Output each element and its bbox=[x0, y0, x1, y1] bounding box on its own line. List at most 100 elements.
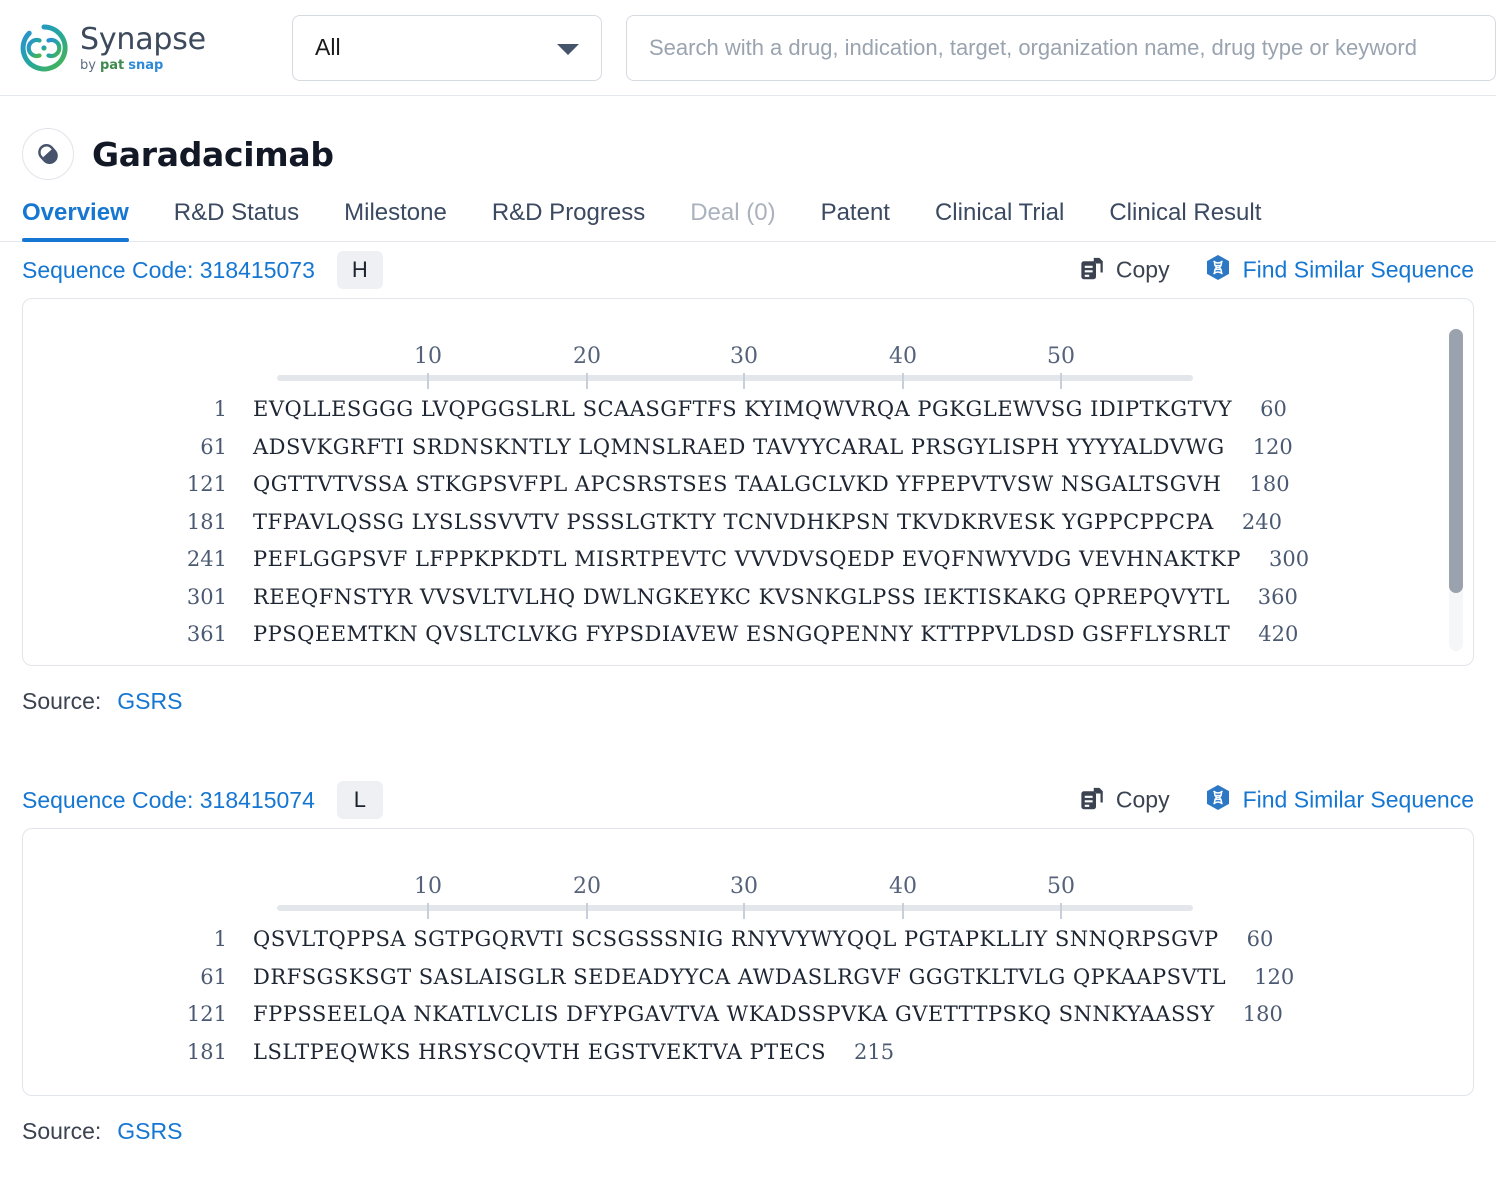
tab-overview[interactable]: Overview bbox=[22, 199, 152, 242]
ruler-label-50: 50 bbox=[1047, 874, 1075, 899]
ruler-label-20: 20 bbox=[573, 344, 601, 369]
find-similar-sequence-button[interactable]: Find Similar Sequence bbox=[1204, 254, 1474, 287]
row-start-index: 121 bbox=[186, 472, 227, 496]
row-end-index: 180 bbox=[1242, 1002, 1283, 1026]
row-end-index: 180 bbox=[1249, 472, 1290, 496]
sequence-row: 181 LSLTPEQWKS HRSYSCQVTH EGSTVEKTVA PTE… bbox=[23, 1040, 1473, 1078]
chain-badge: H bbox=[336, 251, 383, 289]
tab-clinical-trial[interactable]: Clinical Trial bbox=[935, 199, 1087, 241]
row-residues: ADSVKGRFTI SRDNSKNTLY LQMNSLRAED TAVYYCA… bbox=[253, 434, 1225, 459]
sequence-scrollbar-thumb[interactable] bbox=[1449, 329, 1463, 594]
ruler-tick-30 bbox=[743, 903, 745, 919]
copy-label: Copy bbox=[1115, 786, 1170, 813]
source-row-light: Source: GSRS bbox=[0, 1096, 1496, 1148]
brand-pat: pat bbox=[99, 58, 125, 73]
sequence-block-light: Sequence Code: 318415074 L Copy Find Sim… bbox=[0, 772, 1496, 1096]
ruler-label-50: 50 bbox=[1047, 344, 1075, 369]
row-residues: PEFLGGPSVF LFPPKPKDTL MISRTPEVTC VVVDVSQ… bbox=[253, 547, 1241, 571]
row-residues: FPPSSEELQA NKATLVCLIS DFYPGAVTVA WKADSSP… bbox=[253, 1002, 1215, 1026]
drug-header: Garadacimab bbox=[0, 96, 1496, 184]
copy-icon bbox=[1078, 784, 1105, 816]
tab-milestone[interactable]: Milestone bbox=[344, 199, 470, 241]
ruler-track: 10 20 30 40 50 bbox=[253, 871, 1193, 919]
dna-hexagon-icon bbox=[1204, 254, 1232, 287]
row-residues: TFPAVLQSSG LYSLSSVVTV PSSSLGTKTY TCNVDHK… bbox=[253, 509, 1214, 534]
top-bar: Synapse by pat snap All bbox=[0, 0, 1496, 96]
row-residues: QSVLTQPPSA SGTPGQRVTI SCSGSSSNIG RNYVYWY… bbox=[253, 927, 1219, 951]
ruler-tick-50 bbox=[1060, 373, 1062, 389]
brand-snap: snap bbox=[128, 58, 164, 73]
ruler-label-30: 30 bbox=[730, 874, 758, 899]
sequence-panel: 10 20 30 40 50 1 EVQLLESGGG LVQPGGSLRL S… bbox=[22, 298, 1474, 666]
ruler-label-40: 40 bbox=[889, 344, 917, 369]
ruler-label-40: 40 bbox=[889, 874, 917, 899]
tab-deal[interactable]: Deal (0) bbox=[690, 199, 798, 241]
tab-clinical-result[interactable]: Clinical Result bbox=[1109, 199, 1284, 241]
row-residues: DRFSGSKSGT SASLAISGLR SEDEADYYCA AWDASLR… bbox=[253, 964, 1227, 989]
row-residues: PPSQEEMTKN QVSLTCLVKG FYPSDIAVEW ESNGQPE… bbox=[253, 622, 1231, 646]
sequence-row: 181 TFPAVLQSSG LYSLSSVVTV PSSSLGTKTY TCN… bbox=[23, 510, 1473, 548]
sequence-header: Sequence Code: 318415073 H Copy Find Sim… bbox=[22, 242, 1474, 298]
ruler-bar bbox=[277, 905, 1193, 911]
source-link[interactable]: GSRS bbox=[117, 688, 182, 715]
source-label: Source: bbox=[22, 1117, 102, 1144]
ruler-tick-10 bbox=[427, 373, 429, 389]
sequence-row: 241 PEFLGGPSVF LFPPKPKDTL MISRTPEVTC VVV… bbox=[23, 547, 1473, 585]
copy-icon bbox=[1078, 254, 1105, 286]
sequence-scroll-area: 10 20 30 40 50 1 EVQLLESGGG LVQPGGSLRL S… bbox=[23, 299, 1473, 665]
source-row-heavy: Source: GSRS bbox=[0, 666, 1496, 718]
brand-name: Synapse bbox=[80, 22, 206, 57]
source-label: Source: bbox=[22, 687, 102, 714]
ruler-tick-20 bbox=[586, 903, 588, 919]
copy-button[interactable]: Copy bbox=[1078, 784, 1170, 816]
row-end-index: 360 bbox=[1257, 584, 1298, 609]
row-end-index: 60 bbox=[1246, 927, 1274, 951]
copy-label: Copy bbox=[1115, 256, 1170, 283]
ruler-tick-40 bbox=[902, 373, 904, 389]
row-residues: EVQLLESGGG LVQPGGSLRL SCAASGFTFS KYIMQWV… bbox=[253, 397, 1233, 421]
row-end-index: 215 bbox=[853, 1039, 895, 1064]
ruler-label-10: 10 bbox=[414, 344, 442, 369]
brand-by: by bbox=[80, 58, 96, 73]
find-similar-sequence-label: Find Similar Sequence bbox=[1242, 786, 1474, 813]
search-scope-select[interactable]: All bbox=[292, 14, 602, 81]
row-start-index: 1 bbox=[213, 397, 227, 421]
sequence-scrollbar[interactable] bbox=[1449, 329, 1463, 651]
tab-rd-status[interactable]: R&D Status bbox=[174, 199, 322, 241]
ruler-tick-50 bbox=[1060, 903, 1062, 919]
search-input[interactable] bbox=[647, 15, 1475, 80]
search-box[interactable] bbox=[626, 14, 1496, 81]
sequence-scroll-area: 10 20 30 40 50 1 QSVLTQPPSA SGTPGQRVTI S… bbox=[23, 829, 1473, 1095]
row-residues: REEQFNSTYR VVSVLTVLHQ DWLNGKEYKC KVSNKGL… bbox=[253, 584, 1230, 609]
sequence-code-link[interactable]: Sequence Code: 318415074 bbox=[22, 787, 315, 814]
sequence-actions: Copy Find Similar Sequence bbox=[1078, 254, 1474, 287]
sequence-rows: 1 QSVLTQPPSA SGTPGQRVTI SCSGSSSNIG RNYVY… bbox=[23, 919, 1473, 1077]
tab-patent[interactable]: Patent bbox=[821, 199, 913, 241]
ruler-label-10: 10 bbox=[414, 874, 442, 899]
capsule-icon bbox=[22, 128, 74, 180]
find-similar-sequence-label: Find Similar Sequence bbox=[1242, 256, 1474, 283]
sequence-row: 121 FPPSSEELQA NKATLVCLIS DFYPGAVTVA WKA… bbox=[23, 1002, 1473, 1040]
sequence-row: 61 DRFSGSKSGT SASLAISGLR SEDEADYYCA AWDA… bbox=[23, 965, 1473, 1003]
row-end-index: 120 bbox=[1252, 434, 1293, 459]
row-residues: LSLTPEQWKS HRSYSCQVTH EGSTVEKTVA PTECS bbox=[253, 1039, 826, 1064]
source-link[interactable]: GSRS bbox=[117, 1118, 182, 1145]
brand-logo-area[interactable]: Synapse by pat snap bbox=[18, 22, 286, 74]
find-similar-sequence-button[interactable]: Find Similar Sequence bbox=[1204, 784, 1474, 817]
search-scope-value: All bbox=[315, 34, 341, 60]
copy-button[interactable]: Copy bbox=[1078, 254, 1170, 286]
sequence-row: 1 QSVLTQPPSA SGTPGQRVTI SCSGSSSNIG RNYVY… bbox=[23, 927, 1473, 965]
row-start-index: 1 bbox=[213, 927, 227, 951]
sequence-panel: 10 20 30 40 50 1 QSVLTQPPSA SGTPGQRVTI S… bbox=[22, 828, 1474, 1096]
row-start-index: 241 bbox=[186, 547, 227, 571]
sequence-ruler: 10 20 30 40 50 bbox=[23, 863, 1473, 919]
row-start-index: 181 bbox=[186, 1039, 227, 1064]
sequence-code-link[interactable]: Sequence Code: 318415073 bbox=[22, 257, 315, 284]
row-end-index: 300 bbox=[1269, 547, 1310, 571]
tab-rd-progress[interactable]: R&D Progress bbox=[492, 199, 668, 241]
sequence-block-heavy: Sequence Code: 318415073 H Copy Find Sim… bbox=[0, 242, 1496, 666]
row-start-index: 361 bbox=[186, 622, 227, 646]
ruler-tick-30 bbox=[743, 373, 745, 389]
sequence-row: 121 QGTTVTVSSA STKGPSVFPL APCSRSTSES TAA… bbox=[23, 472, 1473, 510]
row-residues: QGTTVTVSSA STKGPSVFPL APCSRSTSES TAALGCL… bbox=[253, 472, 1222, 496]
